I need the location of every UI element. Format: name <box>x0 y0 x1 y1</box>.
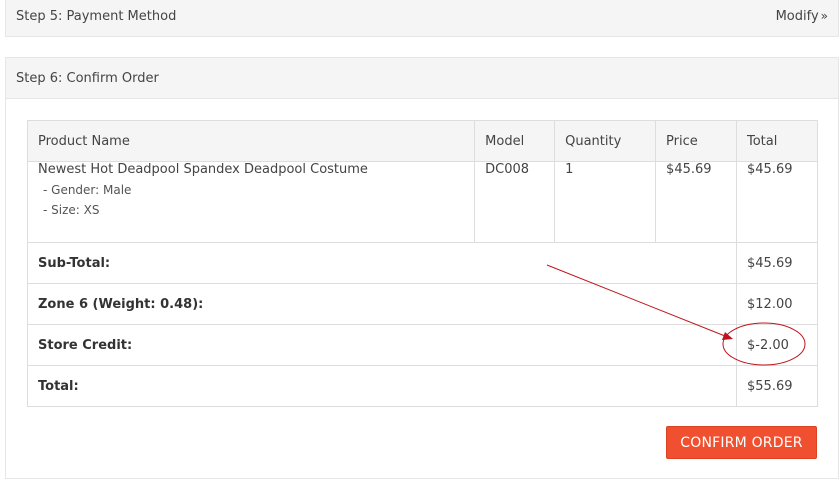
product-model: DC008 <box>474 161 556 243</box>
total-label: Total: <box>27 365 737 407</box>
product-quantity: 1 <box>554 161 657 243</box>
order-table: Product Name Model Quantity Price Total … <box>26 120 818 407</box>
step5-header[interactable]: Step 5: Payment Method Modify» <box>6 0 838 36</box>
total-value: $55.69 <box>736 365 818 407</box>
subtotal-value: $45.69 <box>736 242 818 284</box>
product-name[interactable]: Newest Hot Deadpool Spandex Deadpool Cos… <box>38 162 464 178</box>
store-credit-value: $-2.00 <box>736 324 818 366</box>
step5-panel: Step 5: Payment Method Modify» <box>5 0 839 37</box>
modify-label: Modify <box>775 8 819 24</box>
product-option-size: - Size: XS <box>43 203 100 217</box>
shipping-row: Zone 6 (Weight: 0.48): $12.00 <box>27 283 818 325</box>
col-price: Price <box>655 120 737 162</box>
product-price: $45.69 <box>655 161 737 243</box>
step6-header: Step 6: Confirm Order <box>6 58 838 99</box>
store-credit-label: Store Credit: <box>27 324 737 366</box>
product-total: $45.69 <box>736 161 818 243</box>
product-option-gender: - Gender: Male <box>43 183 132 197</box>
confirm-order-button[interactable]: CONFIRM ORDER <box>666 426 817 459</box>
store-credit-row: Store Credit: $-2.00 <box>27 324 818 366</box>
shipping-label: Zone 6 (Weight: 0.48): <box>27 283 737 325</box>
subtotal-label: Sub-Total: <box>27 242 737 284</box>
step6-panel: Step 6: Confirm Order Product Name Model… <box>5 57 839 479</box>
step6-title: Step 6: Confirm Order <box>16 70 159 86</box>
chevron-right-icon: » <box>820 8 828 23</box>
col-model: Model <box>474 120 556 162</box>
subtotal-row: Sub-Total: $45.69 <box>27 242 818 284</box>
table-row: Newest Hot Deadpool Spandex Deadpool Cos… <box>26 161 818 243</box>
col-product-name: Product Name <box>26 120 476 162</box>
col-quantity: Quantity <box>554 120 657 162</box>
modify-link[interactable]: Modify» <box>776 9 828 24</box>
total-row: Total: $55.69 <box>27 365 818 407</box>
col-total: Total <box>736 120 818 162</box>
table-header-row: Product Name Model Quantity Price Total <box>26 120 818 162</box>
product-cell: Newest Hot Deadpool Spandex Deadpool Cos… <box>26 161 476 243</box>
shipping-value: $12.00 <box>736 283 818 325</box>
step5-title: Step 5: Payment Method <box>16 8 177 24</box>
